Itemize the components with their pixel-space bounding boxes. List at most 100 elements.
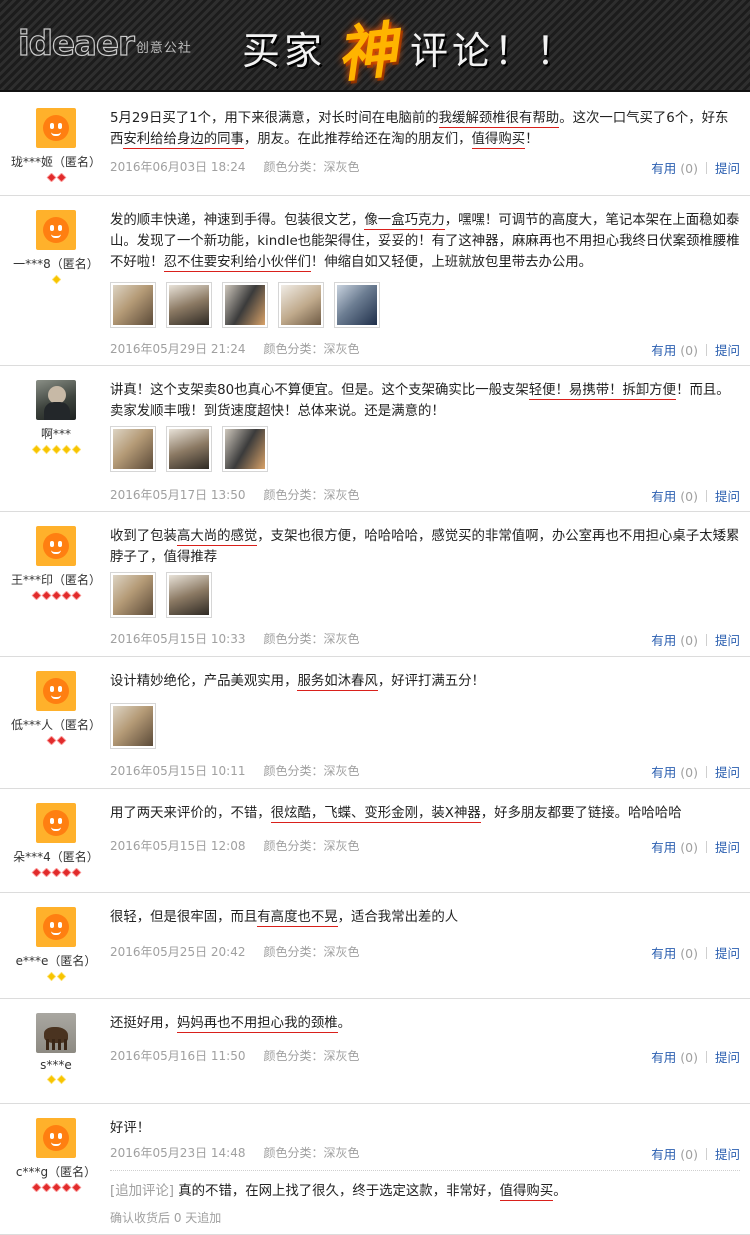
review-actions: 有用 (0) 提问 — [651, 630, 740, 649]
review-text-part: ，适合我常出差的人 — [337, 910, 459, 925]
review-photo-thumbnail[interactable] — [278, 282, 324, 328]
diamond-badge-icon — [41, 444, 51, 455]
highlighted-phrase: 安利给给身边的同事 — [123, 132, 244, 149]
ask-question-link[interactable]: 提问 — [715, 489, 740, 504]
review-photo-thumbnail[interactable] — [222, 282, 268, 328]
heart-badge-icon — [31, 590, 41, 601]
heart-badge-icon — [31, 867, 41, 878]
review-photo-thumbnail[interactable] — [110, 426, 156, 472]
reputation-badges — [10, 444, 102, 455]
useful-link[interactable]: 有用 — [651, 343, 676, 358]
avatar — [36, 210, 76, 250]
action-divider — [705, 344, 707, 356]
review-text-part: 设计精妙绝伦，产品美观实用， — [110, 674, 298, 689]
review-content: 还挺好用，妈妈再也不用担心我的颈椎。 2016年05月16日 11:50 颜色分类：… — [110, 1013, 740, 1103]
review-actions: 有用 (0) 提问 — [651, 486, 740, 505]
action-divider — [705, 766, 707, 778]
review-text: 很轻，但是很牢固，而且有高度也不晃，适合我常出差的人 — [110, 907, 740, 928]
useful-count: (0) — [680, 633, 698, 648]
color-category: 颜色分类：深灰色 — [263, 632, 360, 646]
review-photo-thumbnail[interactable] — [110, 282, 156, 328]
review-photo-thumbnail[interactable] — [110, 572, 156, 618]
review-date: 2016年05月15日 10:33 — [110, 632, 246, 646]
review-text-part: 。 — [337, 1016, 352, 1031]
reviewer: s***e — [10, 1013, 102, 1085]
photo-image — [113, 575, 153, 615]
highlighted-phrase: 像一盒巧克力 — [364, 213, 445, 230]
avatar — [36, 380, 76, 420]
avatar — [36, 526, 76, 566]
useful-link[interactable]: 有用 — [651, 489, 676, 504]
useful-count: (0) — [680, 840, 698, 855]
useful-link[interactable]: 有用 — [651, 946, 676, 961]
diamond-badge-icon — [46, 1074, 56, 1085]
avatar — [36, 803, 76, 843]
review-date: 2016年05月15日 12:08 — [110, 839, 246, 853]
review-item: 啊*** 讲真！这个支架卖80也真心不算便宜。但是。这个支架确实比一般支架轻便！易… — [0, 366, 750, 512]
heart-badge-icon — [41, 590, 51, 601]
highlighted-phrase: 服务如沐春风 — [297, 674, 378, 691]
ask-question-link[interactable]: 提问 — [715, 1050, 740, 1065]
append-timing: 确认收货后 0 天追加 — [110, 1211, 222, 1225]
ask-question-link[interactable]: 提问 — [715, 1147, 740, 1162]
ask-question-link[interactable]: 提问 — [715, 765, 740, 780]
reputation-badges — [10, 867, 102, 878]
review-content: 讲真！这个支架卖80也真心不算便宜。但是。这个支架确实比一般支架轻便！易携带！拆… — [110, 380, 740, 511]
useful-link[interactable]: 有用 — [651, 840, 676, 855]
reputation-badges — [10, 735, 102, 746]
color-category: 颜色分类：深灰色 — [263, 160, 360, 174]
logo-subtitle: 创意公社 — [135, 41, 192, 56]
action-divider — [705, 634, 707, 646]
useful-link[interactable]: 有用 — [651, 765, 676, 780]
diamond-badge-icon — [51, 444, 61, 455]
reputation-badges — [10, 1074, 102, 1085]
banner-title-before: 买家 — [242, 28, 327, 73]
review-text-part: 发的顺丰快递，神速到手得。包装很文艺， — [110, 213, 365, 228]
ask-question-link[interactable]: 提问 — [715, 946, 740, 961]
color-category: 颜色分类：深灰色 — [263, 488, 360, 502]
review-meta: 2016年06月03日 18:24 颜色分类：深灰色 — [110, 158, 360, 175]
ask-question-link[interactable]: 提问 — [715, 840, 740, 855]
useful-count: (0) — [680, 343, 698, 358]
color-category: 颜色分类：深灰色 — [263, 1146, 360, 1160]
reviewer-name: s***e — [40, 1058, 72, 1072]
photo-image — [169, 575, 209, 615]
ask-question-link[interactable]: 提问 — [715, 161, 740, 176]
review-text-part: ，朋友。在此推荐给还在淘的朋友们， — [243, 132, 472, 147]
color-category: 颜色分类：深灰色 — [263, 945, 360, 959]
review-date: 2016年05月25日 20:42 — [110, 945, 246, 959]
review-text-part: 真的不错，在网上找了很久，终于选定这款，非常好， — [174, 1184, 500, 1199]
useful-link[interactable]: 有用 — [651, 1050, 676, 1065]
review-meta: 2016年05月25日 20:42 颜色分类：深灰色 — [110, 943, 360, 960]
review-photo-thumbnail[interactable] — [166, 572, 212, 618]
review-text: 讲真！这个支架卖80也真心不算便宜。但是。这个支架确实比一般支架轻便！易携带！拆… — [110, 380, 740, 422]
ask-question-link[interactable]: 提问 — [715, 343, 740, 358]
ask-question-link[interactable]: 提问 — [715, 633, 740, 648]
review-photo-thumbnail[interactable] — [334, 282, 380, 328]
review-photo-thumbnail[interactable] — [166, 426, 212, 472]
reviewer-name: e***e（匿名） — [15, 954, 97, 968]
diamond-badge-icon — [46, 971, 56, 982]
color-category: 颜色分类：深灰色 — [263, 1049, 360, 1063]
reviewer-name: 低***人（匿名） — [10, 718, 101, 732]
useful-link[interactable]: 有用 — [651, 1147, 676, 1162]
heart-badge-icon — [71, 867, 81, 878]
review-photo-thumbnail[interactable] — [222, 426, 268, 472]
review-text-part: ，好评打满五分！ — [377, 674, 485, 689]
highlighted-phrase: 值得购买 — [471, 132, 526, 149]
useful-link[interactable]: 有用 — [651, 161, 676, 176]
review-text-part: 。 — [553, 1184, 567, 1199]
review-content: 很轻，但是很牢固，而且有高度也不晃，适合我常出差的人 2016年05月25日 20… — [110, 907, 740, 998]
reviewer-name: 王***印（匿名） — [10, 573, 101, 587]
useful-link[interactable]: 有用 — [651, 633, 676, 648]
heart-badge-icon — [41, 867, 51, 878]
review-photo-thumbnail[interactable] — [166, 282, 212, 328]
review-item: e***e（匿名） 很轻，但是很牢固，而且有高度也不晃，适合我常出差的人 2016年… — [0, 893, 750, 999]
heart-badge-icon — [71, 1182, 81, 1193]
review-photo-thumbnail[interactable] — [110, 703, 156, 749]
highlighted-phrase: 高大尚的感觉 — [176, 529, 258, 546]
reviewer: 珑***姬（匿名） — [10, 108, 102, 183]
review-content: 好评！ 2016年05月23日 14:48 颜色分类：深灰色 有用 (0) 提问 [追加评论… — [110, 1118, 740, 1234]
reputation-badges — [10, 274, 102, 285]
reviewer-name: 朵***4（匿名） — [13, 850, 99, 864]
